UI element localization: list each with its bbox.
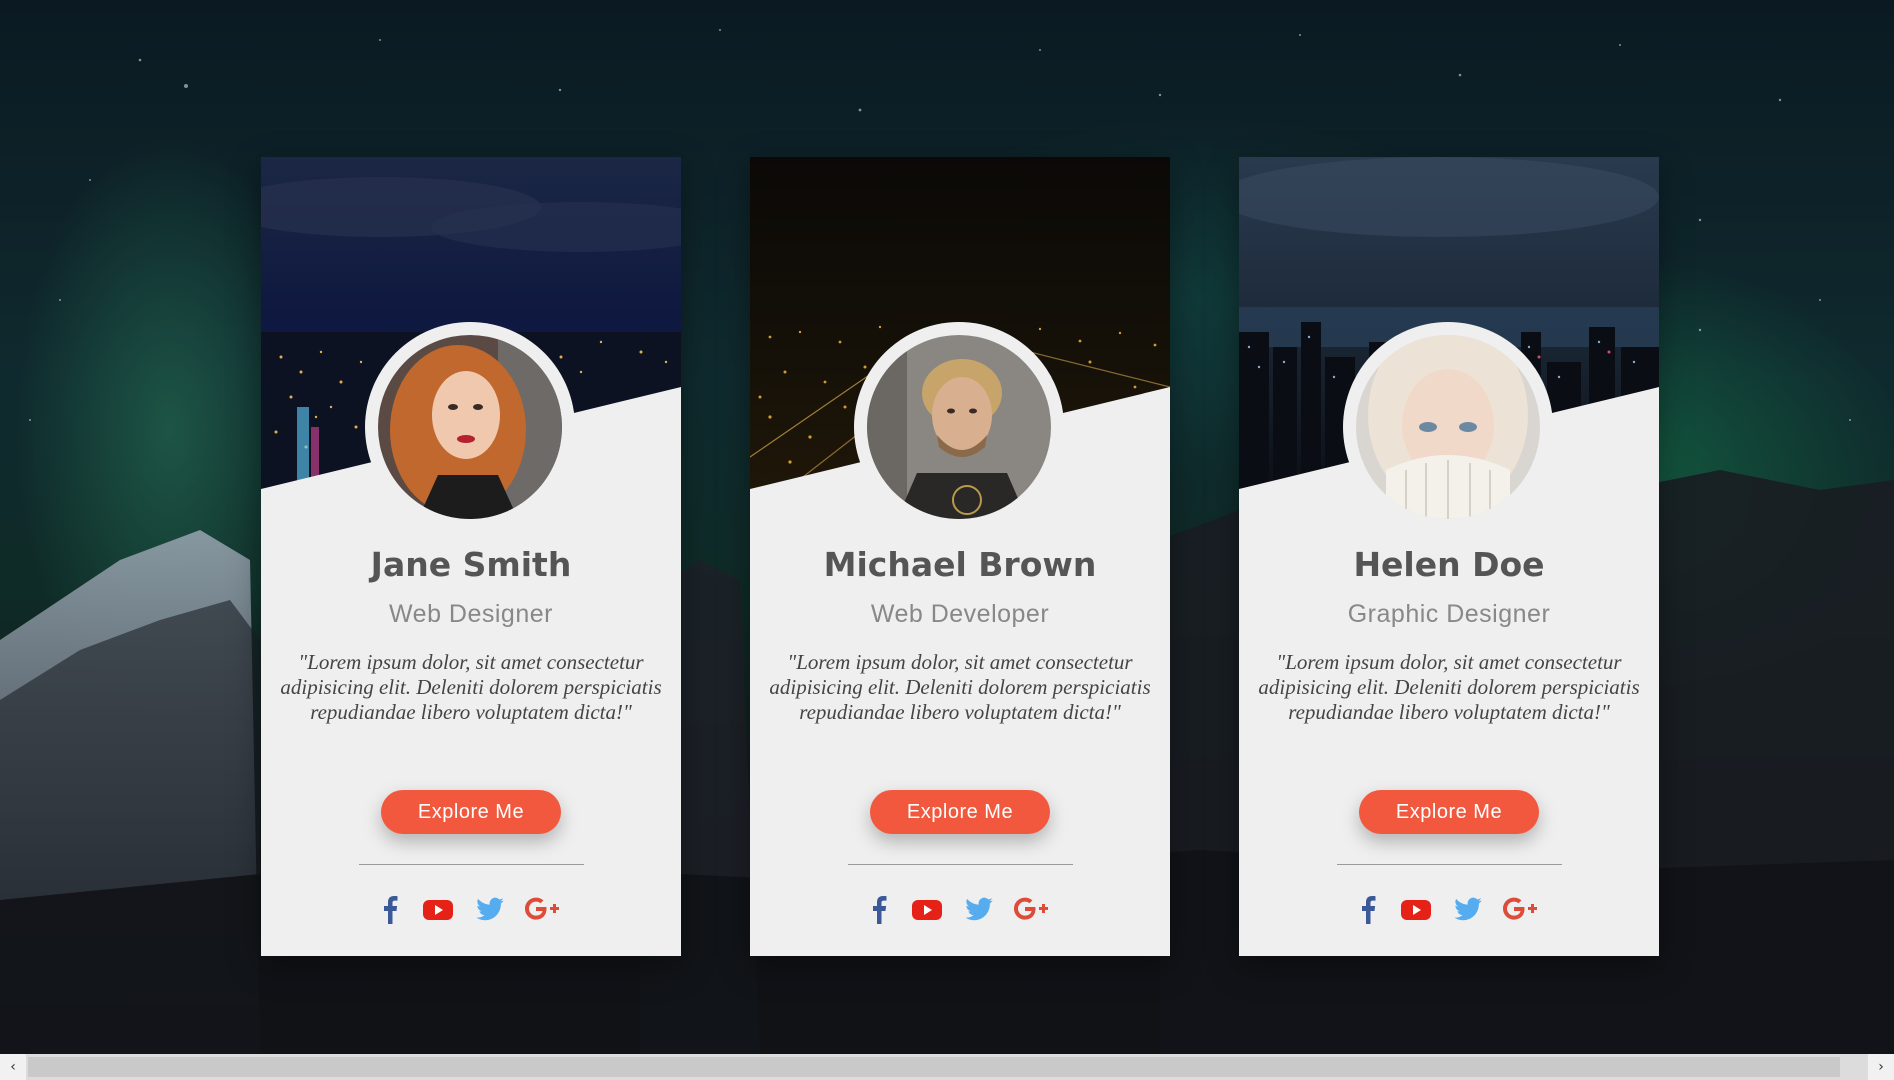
social-links bbox=[750, 894, 1170, 930]
avatar-ring bbox=[854, 322, 1064, 532]
youtube-icon[interactable] bbox=[422, 894, 454, 924]
explore-me-button[interactable]: Explore Me bbox=[381, 790, 561, 834]
explore-me-button[interactable]: Explore Me bbox=[870, 790, 1050, 834]
explore-me-button[interactable]: Explore Me bbox=[1359, 790, 1539, 834]
avatar-ring bbox=[365, 322, 575, 532]
facebook-icon[interactable] bbox=[1360, 894, 1376, 924]
profile-cards: Jane Smith Web Designer "Lorem ipsum dol… bbox=[0, 0, 1894, 1054]
scrollbar-thumb[interactable] bbox=[28, 1057, 1840, 1077]
facebook-icon[interactable] bbox=[382, 894, 398, 924]
divider bbox=[359, 864, 584, 865]
scroll-left-arrow-icon[interactable]: ‹ bbox=[0, 1054, 26, 1080]
profile-quote: "Lorem ipsum dolor, sit amet consectetur… bbox=[769, 650, 1151, 724]
avatar bbox=[378, 335, 562, 519]
profile-card: Helen Doe Graphic Designer "Lorem ipsum … bbox=[1239, 157, 1659, 956]
divider bbox=[848, 864, 1073, 865]
profile-card: Michael Brown Web Developer "Lorem ipsum… bbox=[750, 157, 1170, 956]
youtube-icon[interactable] bbox=[1400, 894, 1432, 924]
profile-name: Jane Smith bbox=[370, 545, 572, 584]
profile-role: Graphic Designer bbox=[1347, 600, 1551, 628]
facebook-icon[interactable] bbox=[871, 894, 887, 924]
profile-role: Web Developer bbox=[870, 600, 1050, 628]
avatar bbox=[1356, 335, 1540, 519]
scroll-right-arrow-icon[interactable]: › bbox=[1868, 1054, 1894, 1080]
avatar-ring bbox=[1343, 322, 1553, 532]
social-links bbox=[1239, 894, 1659, 930]
divider bbox=[1337, 864, 1562, 865]
profile-name: Michael Brown bbox=[823, 545, 1097, 584]
horizontal-scrollbar[interactable]: ‹ › bbox=[0, 1054, 1894, 1080]
google-plus-icon[interactable] bbox=[525, 894, 561, 924]
profile-name: Helen Doe bbox=[1353, 545, 1545, 584]
profile-role: Web Designer bbox=[389, 600, 553, 628]
profile-card: Jane Smith Web Designer "Lorem ipsum dol… bbox=[261, 157, 681, 956]
social-links bbox=[261, 894, 681, 930]
google-plus-icon[interactable] bbox=[1503, 894, 1539, 924]
avatar bbox=[867, 335, 1051, 519]
twitter-icon[interactable] bbox=[1453, 894, 1483, 924]
google-plus-icon[interactable] bbox=[1014, 894, 1050, 924]
profile-quote: "Lorem ipsum dolor, sit amet consectetur… bbox=[1258, 650, 1640, 724]
twitter-icon[interactable] bbox=[475, 894, 505, 924]
twitter-icon[interactable] bbox=[964, 894, 994, 924]
youtube-icon[interactable] bbox=[911, 894, 943, 924]
profile-quote: "Lorem ipsum dolor, sit amet consectetur… bbox=[280, 650, 662, 724]
